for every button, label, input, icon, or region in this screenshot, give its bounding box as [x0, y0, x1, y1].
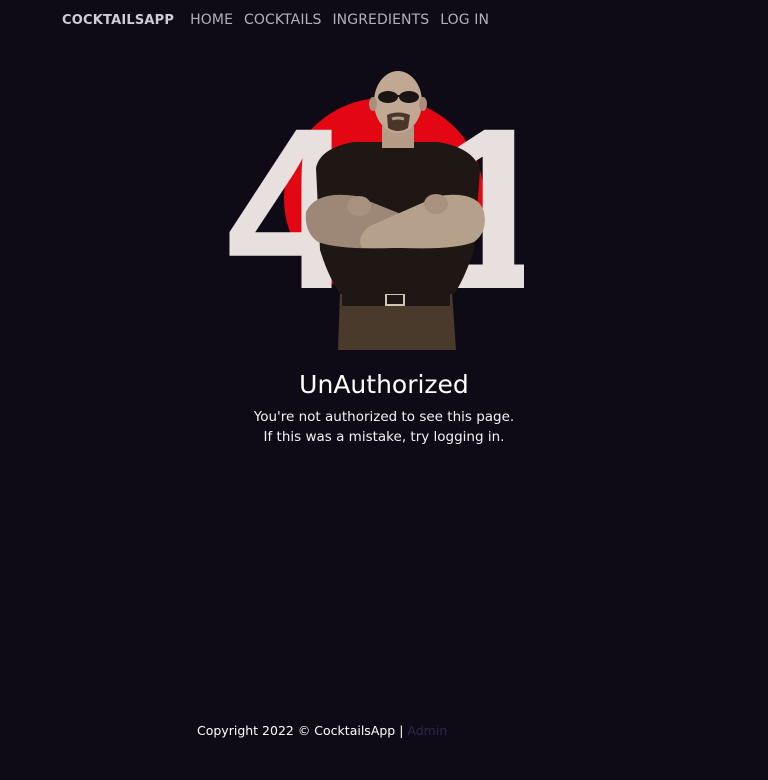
nav-link-ingredients[interactable]: INGREDIENTS [332, 12, 429, 28]
bouncer-401-illustration: 4 1 [226, 71, 524, 350]
admin-link[interactable]: Admin [407, 723, 447, 738]
copyright-text: Copyright 2022 © CocktailsApp | [197, 723, 404, 738]
left-fist [347, 196, 371, 216]
page: COCKTAILSAPP HOME COCKTAILS INGREDIENTS … [0, 0, 768, 780]
nav-link-login[interactable]: LOG IN [440, 12, 489, 28]
error-title: UnAuthorized [299, 370, 469, 399]
navbar: COCKTAILSAPP HOME COCKTAILS INGREDIENTS … [62, 0, 500, 40]
goatee [387, 112, 410, 131]
footer: Copyright 2022 © CocktailsApp | Admin [197, 723, 447, 738]
brand-link[interactable]: COCKTAILSAPP [62, 13, 174, 28]
nav-link-home[interactable]: HOME [190, 12, 233, 28]
error-message-line-1: You're not authorized to see this page. [253, 409, 515, 425]
error-message-line-2: If this was a mistake, try logging in. [263, 429, 505, 445]
error-illustration: 4 1 [224, 70, 524, 352]
right-fist [424, 194, 448, 214]
sunglasses [378, 91, 398, 103]
nav-link-cocktails[interactable]: COCKTAILS [244, 12, 321, 28]
